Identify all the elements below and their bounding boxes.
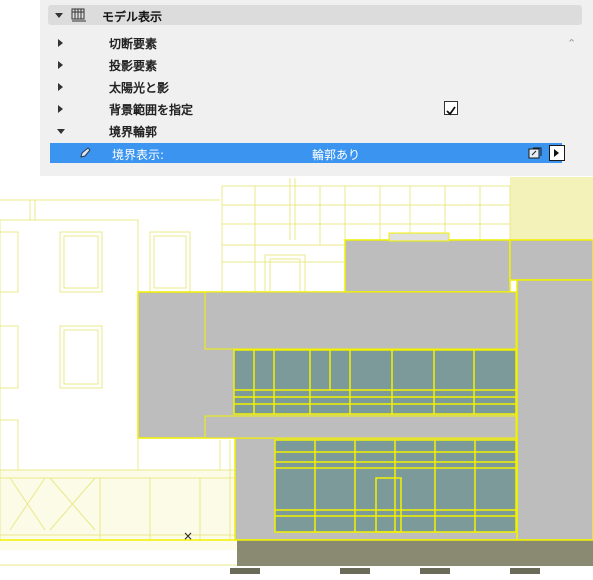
- pencil-icon: [80, 147, 91, 158]
- arrow-right-icon: [554, 149, 559, 157]
- row-label: 切断要素: [109, 37, 158, 51]
- scroll-up-icon[interactable]: ⌃: [567, 37, 576, 50]
- ground-band: [237, 540, 593, 566]
- chevron-down-icon[interactable]: [55, 13, 63, 18]
- row-boundary-display[interactable]: 境界表示: 輪郭あり: [50, 143, 565, 163]
- model-display-icon: [71, 8, 86, 22]
- glazing-lower: [274, 439, 517, 533]
- row-label: 境界輪郭: [109, 125, 158, 139]
- panel-title: モデル表示: [102, 10, 163, 24]
- ground-markers: [230, 568, 540, 574]
- expand-arrow-icon[interactable]: [58, 39, 63, 47]
- collapse-arrow-icon[interactable]: [57, 129, 65, 134]
- row-projected-elements[interactable]: 投影要素: [48, 54, 582, 76]
- row-label: 太陽光と影: [109, 81, 170, 95]
- value-options-button[interactable]: [549, 145, 565, 161]
- background-range-checkbox[interactable]: [444, 101, 458, 116]
- override-icon[interactable]: [528, 145, 544, 161]
- expand-arrow-icon[interactable]: [58, 83, 63, 91]
- row-boundary-contour[interactable]: 境界輪郭: [48, 120, 582, 142]
- boundary-display-label: 境界表示:: [112, 148, 165, 162]
- row-label: 投影要素: [109, 59, 158, 73]
- expand-arrow-icon[interactable]: [58, 61, 63, 69]
- row-sun-and-shadow[interactable]: 太陽光と影: [48, 76, 582, 98]
- model-display-panel: モデル表示 切断要素 投影要素 太陽光と影 背景範囲を指定 境界輪郭 境界表示:…: [40, 0, 593, 176]
- origin-marker[interactable]: ×: [183, 529, 193, 543]
- row-label: 背景範囲を指定: [109, 103, 194, 117]
- glazing-upper: [233, 349, 517, 415]
- expand-arrow-icon[interactable]: [58, 105, 63, 113]
- checkmark-icon: [446, 106, 456, 116]
- row-background-range[interactable]: 背景範囲を指定: [48, 98, 582, 120]
- row-cut-elements[interactable]: 切断要素: [48, 32, 582, 54]
- tinted-area-bottom-left: [0, 470, 240, 550]
- tinted-area-top-right: [510, 177, 593, 241]
- boundary-display-value[interactable]: 輪郭あり: [312, 146, 360, 163]
- panel-header[interactable]: モデル表示: [48, 5, 582, 25]
